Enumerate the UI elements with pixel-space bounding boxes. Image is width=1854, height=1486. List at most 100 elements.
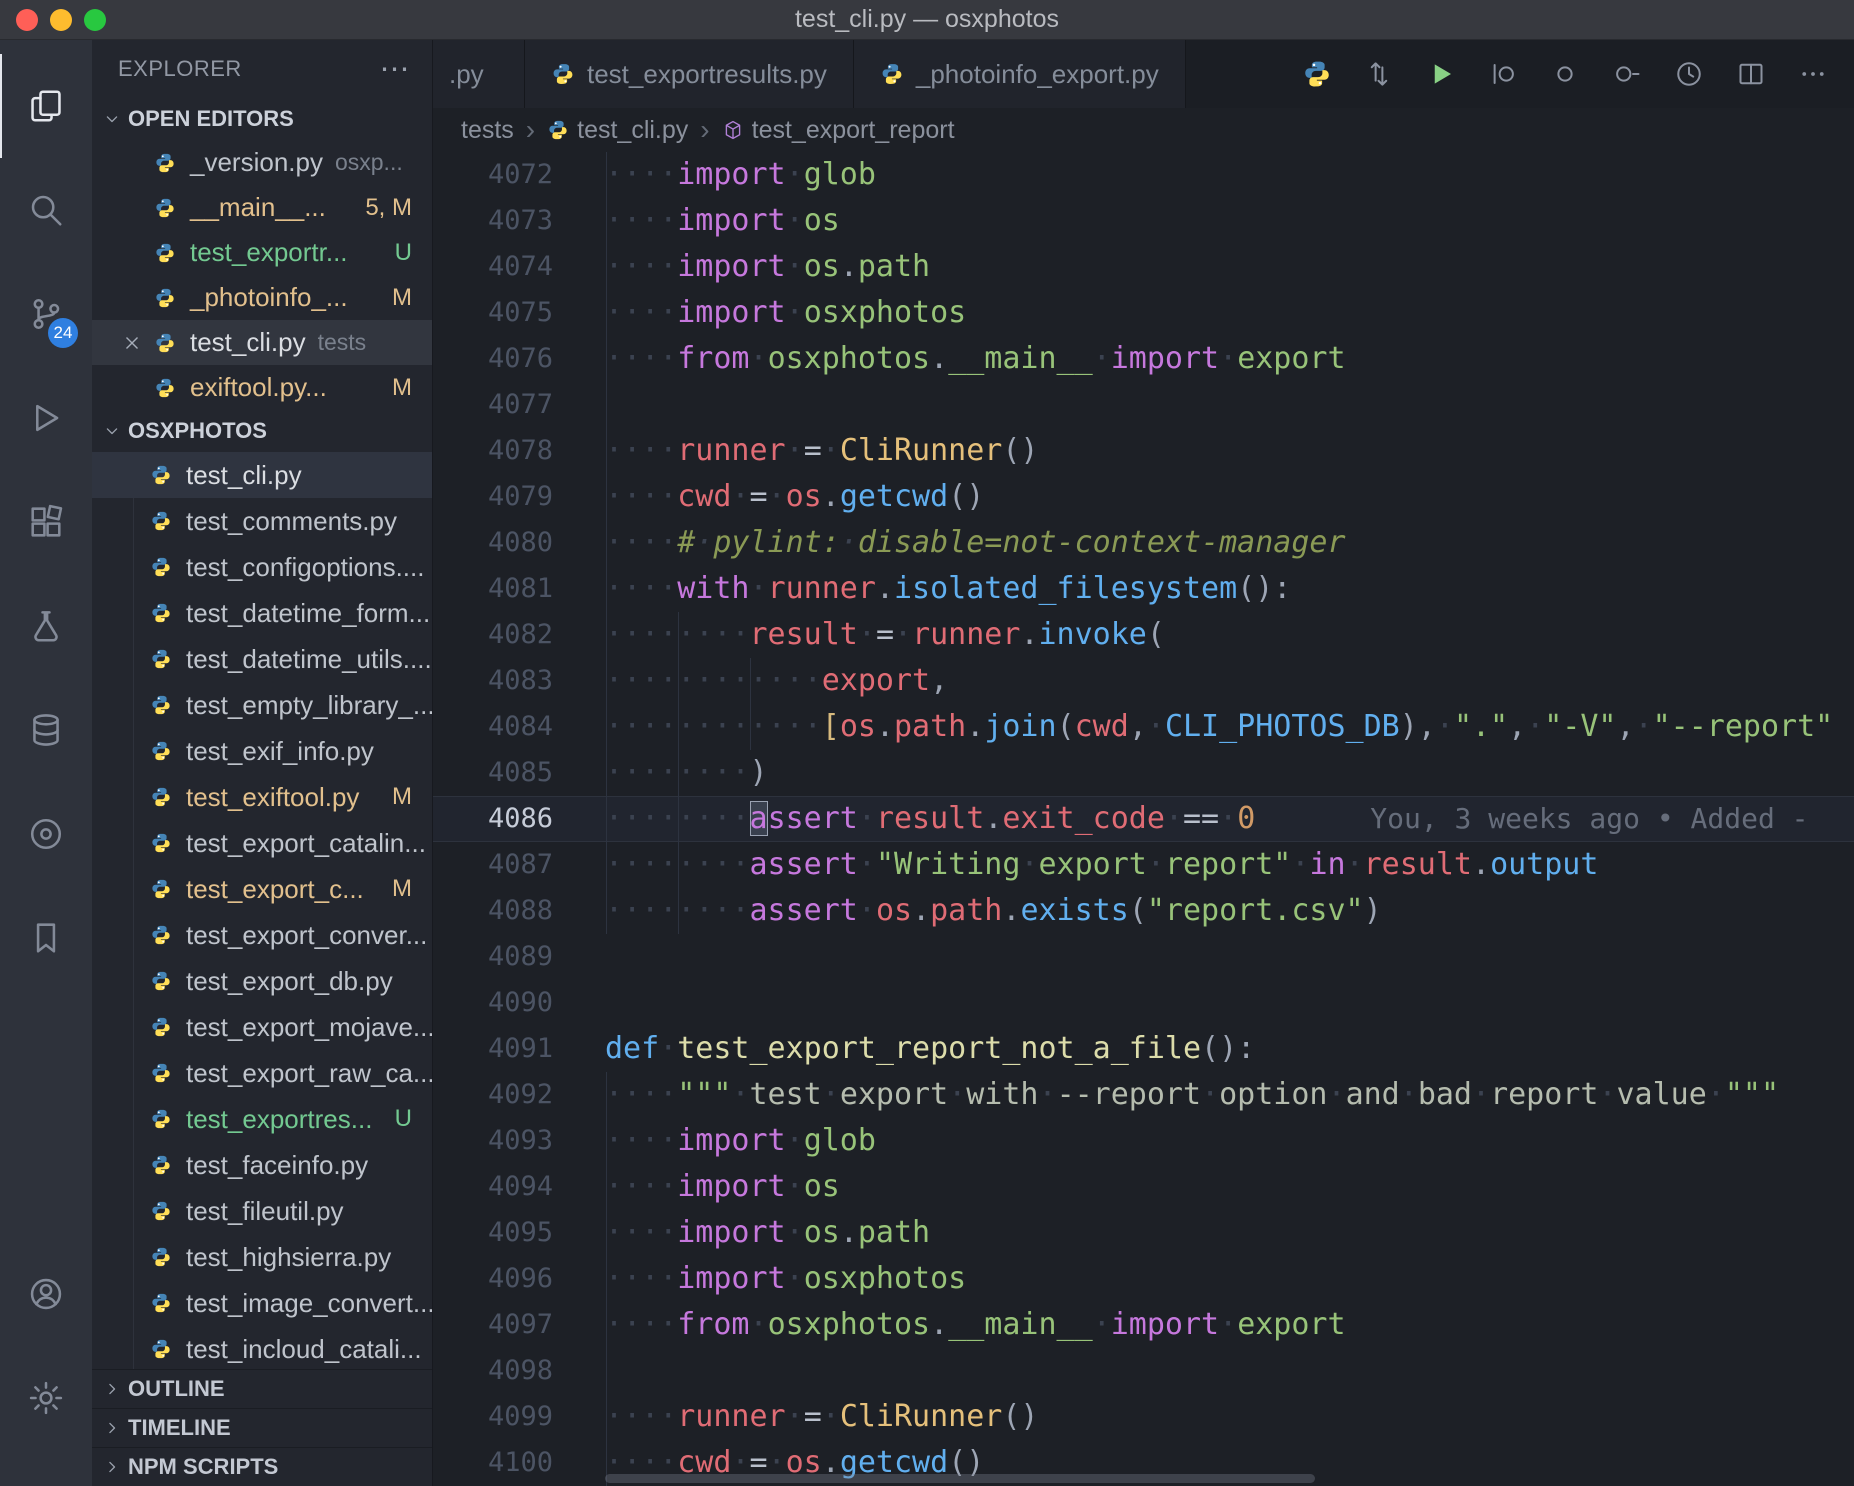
tree-item-test_exiftool-py[interactable]: test_exiftool.pyM — [92, 774, 432, 820]
code-line-4084[interactable]: 4084············[os.path.join(cwd,·CLI_P… — [433, 704, 1854, 750]
code-line-4075[interactable]: 4075····import·osxphotos — [433, 290, 1854, 336]
tree-item-test_configoptions-[interactable]: test_configoptions.... — [92, 544, 432, 590]
run-python-file-button[interactable] — [1410, 40, 1472, 108]
line-number[interactable]: 4099 — [433, 1394, 553, 1440]
code-line-4091[interactable]: 4091def·test_export_report_not_a_file(): — [433, 1026, 1854, 1072]
open-editor-item[interactable]: test_cli.pytests — [92, 320, 432, 365]
code-line-4076[interactable]: 4076····from·osxphotos.__main__·import·e… — [433, 336, 1854, 382]
code-line-4077[interactable]: 4077 — [433, 382, 1854, 428]
activity-record[interactable] — [0, 782, 92, 886]
code-line-4090[interactable]: 4090 — [433, 980, 1854, 1026]
tree-item-test_exportres-[interactable]: test_exportres...U — [92, 1096, 432, 1142]
code-line-4089[interactable]: 4089 — [433, 934, 1854, 980]
open-editor-item[interactable]: _photoinfo_...M — [92, 275, 432, 320]
code-line-4092[interactable]: 4092····"""·test·export·with·--report·op… — [433, 1072, 1854, 1118]
line-number[interactable]: 4077 — [433, 382, 553, 428]
tree-item-test_fileutil-py[interactable]: test_fileutil.py — [92, 1188, 432, 1234]
section-outline[interactable]: OUTLINE — [92, 1369, 432, 1408]
code-line-4082[interactable]: 4082········result·=·runner.invoke( — [433, 612, 1854, 658]
section-osxphotos[interactable]: OSXPHOTOS — [92, 410, 432, 452]
open-changes-button[interactable] — [1348, 40, 1410, 108]
code-line-4074[interactable]: 4074····import·os.path — [433, 244, 1854, 290]
line-number[interactable]: 4096 — [433, 1256, 553, 1302]
minimize-window-button[interactable] — [50, 9, 72, 31]
line-number[interactable]: 4084 — [433, 704, 553, 750]
tree-item-test_export_mojave-[interactable]: test_export_mojave... — [92, 1004, 432, 1050]
line-number[interactable]: 4094 — [433, 1164, 553, 1210]
code-line-4098[interactable]: 4098 — [433, 1348, 1854, 1394]
activity-database[interactable] — [0, 678, 92, 782]
code-line-4079[interactable]: 4079····cwd·=·os.getcwd() — [433, 474, 1854, 520]
tree-item-test_image_convert-[interactable]: test_image_convert... — [92, 1280, 432, 1326]
line-number[interactable]: 4093 — [433, 1118, 553, 1164]
line-number[interactable]: 4089 — [433, 934, 553, 980]
line-number[interactable]: 4076 — [433, 336, 553, 382]
code-line-4083[interactable]: 4083············export, — [433, 658, 1854, 704]
activity-testing[interactable] — [0, 574, 92, 678]
breadcrumb-test_export_report[interactable]: test_export_report — [722, 116, 955, 145]
close-window-button[interactable] — [16, 9, 38, 31]
line-number[interactable]: 4092 — [433, 1072, 553, 1118]
tree-item-test_export_c-[interactable]: test_export_c...M — [92, 866, 432, 912]
line-number[interactable]: 4081 — [433, 566, 553, 612]
activity-bookmarks[interactable] — [0, 886, 92, 990]
code-line-4099[interactable]: 4099····runner·=·CliRunner() — [433, 1394, 1854, 1440]
line-number[interactable]: 4072 — [433, 152, 553, 198]
tab-test_exportresults-py[interactable]: test_exportresults.py — [525, 40, 854, 108]
activity-explorer[interactable] — [0, 54, 92, 158]
split-editor-button[interactable] — [1720, 40, 1782, 108]
debug-breakpoint-button[interactable] — [1534, 40, 1596, 108]
line-number[interactable]: 4098 — [433, 1348, 553, 1394]
python-interpreter-button[interactable] — [1286, 40, 1348, 108]
code-line-4080[interactable]: 4080····#·pylint:·disable=not-context-ma… — [433, 520, 1854, 566]
activity-extensions[interactable] — [0, 470, 92, 574]
line-number[interactable]: 4087 — [433, 842, 553, 888]
section-npm-scripts[interactable]: NPM SCRIPTS — [92, 1447, 432, 1486]
line-number[interactable]: 4079 — [433, 474, 553, 520]
code-line-4073[interactable]: 4073····import·os — [433, 198, 1854, 244]
code-line-4072[interactable]: 4072····import·glob — [433, 152, 1854, 198]
tree-item-test_cli-py[interactable]: test_cli.py — [92, 452, 432, 498]
open-editor-item[interactable]: __main__...5, M — [92, 185, 432, 230]
line-number[interactable]: 4091 — [433, 1026, 553, 1072]
code-line-4094[interactable]: 4094····import·os — [433, 1164, 1854, 1210]
code-editor[interactable]: 4072····import·glob4073····import·os4074… — [433, 152, 1854, 1486]
code-line-4097[interactable]: 4097····from·osxphotos.__main__·import·e… — [433, 1302, 1854, 1348]
code-line-4093[interactable]: 4093····import·glob — [433, 1118, 1854, 1164]
activity-settings[interactable] — [0, 1346, 92, 1450]
line-number[interactable]: 4082 — [433, 612, 553, 658]
line-number[interactable]: 4090 — [433, 980, 553, 1026]
code-line-4086[interactable]: 4086········assert·result.exit_code·==·0… — [433, 796, 1854, 842]
line-number[interactable]: 4086 — [433, 796, 553, 842]
tree-item-test_incloud_catali-[interactable]: test_incloud_catali... — [92, 1326, 432, 1369]
tree-item-test_faceinfo-py[interactable]: test_faceinfo.py — [92, 1142, 432, 1188]
activity-run-debug[interactable] — [0, 366, 92, 470]
close-icon[interactable] — [121, 332, 143, 354]
section-timeline[interactable]: TIMELINE — [92, 1408, 432, 1447]
line-number[interactable]: 4074 — [433, 244, 553, 290]
section-open-editors[interactable]: OPEN EDITORS — [92, 98, 432, 140]
timeline-button[interactable] — [1658, 40, 1720, 108]
code-line-4087[interactable]: 4087········assert·"Writing·export·repor… — [433, 842, 1854, 888]
code-line-4095[interactable]: 4095····import·os.path — [433, 1210, 1854, 1256]
tree-item-test_export_db-py[interactable]: test_export_db.py — [92, 958, 432, 1004]
activity-search[interactable] — [0, 158, 92, 262]
tree-item-test_empty_library_-[interactable]: test_empty_library_... — [92, 682, 432, 728]
code-line-4085[interactable]: 4085········) — [433, 750, 1854, 796]
open-editor-item[interactable]: test_exportr...U — [92, 230, 432, 275]
breadcrumb-test_cli-py[interactable]: test_cli.py — [547, 116, 688, 145]
line-number[interactable]: 4088 — [433, 888, 553, 934]
tab-_photoinfo_export-py[interactable]: _photoinfo_export.py — [854, 40, 1186, 108]
line-number[interactable]: 4073 — [433, 198, 553, 244]
tree-item-test_export_conver-[interactable]: test_export_conver... — [92, 912, 432, 958]
debug-step-forward-button[interactable] — [1596, 40, 1658, 108]
line-number[interactable]: 4097 — [433, 1302, 553, 1348]
tree-item-test_datetime_form-[interactable]: test_datetime_form... — [92, 590, 432, 636]
activity-account[interactable] — [0, 1242, 92, 1346]
tree-item-test_export_catalin-[interactable]: test_export_catalin... — [92, 820, 432, 866]
line-number[interactable]: 4075 — [433, 290, 553, 336]
horizontal-scrollbar[interactable] — [605, 1474, 1315, 1483]
tree-item-test_exif_info-py[interactable]: test_exif_info.py — [92, 728, 432, 774]
zoom-window-button[interactable] — [84, 9, 106, 31]
open-editor-item[interactable]: _version.pyosxp... — [92, 140, 432, 185]
